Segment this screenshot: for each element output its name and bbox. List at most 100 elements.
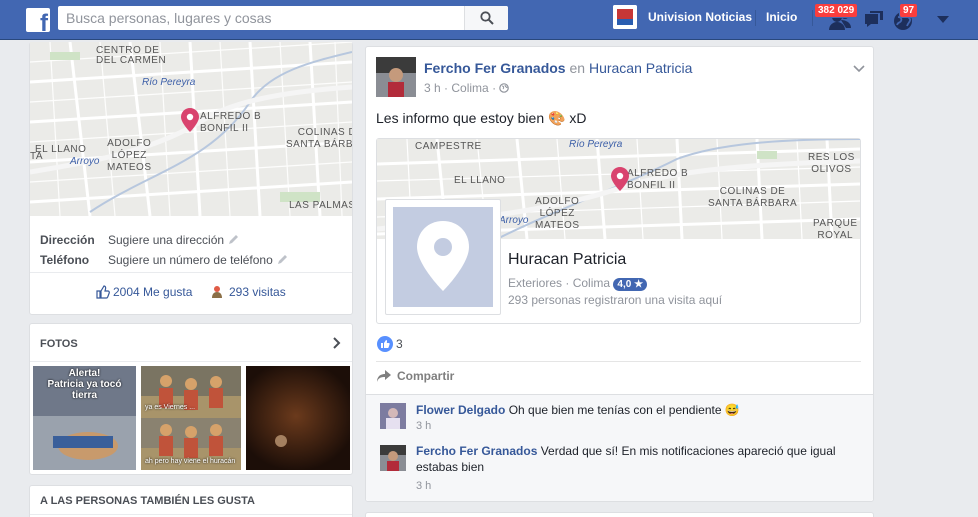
messages-icon bbox=[865, 11, 883, 27]
post-author-link[interactable]: Fercho Fer Granados bbox=[424, 60, 566, 76]
caret-down-icon[interactable] bbox=[937, 13, 949, 27]
post-meta: 3 h · Colima · bbox=[424, 81, 510, 95]
search-button[interactable] bbox=[464, 6, 508, 30]
pencil-icon bbox=[229, 235, 239, 244]
page-profile-link[interactable]: Univision Noticias bbox=[613, 5, 752, 29]
map-label: RES LOS OLIVOS bbox=[808, 152, 855, 175]
post-text-end: xD bbox=[569, 110, 587, 126]
place-name[interactable]: Huracan Patricia bbox=[508, 251, 626, 269]
post-text-main: Les informo que estoy bien bbox=[376, 110, 545, 126]
comment-text: Fercho Fer Granados Verdad que sí! En mi… bbox=[416, 443, 861, 475]
search-input[interactable] bbox=[58, 6, 464, 30]
grinning-sweat-emoji-icon: 😅 bbox=[724, 403, 740, 417]
commenter-name-link[interactable]: Flower Delgado bbox=[416, 403, 505, 417]
comment-time[interactable]: 3 h bbox=[416, 420, 431, 432]
search-icon bbox=[479, 11, 494, 25]
reactions-summary[interactable]: 3 bbox=[377, 336, 403, 352]
share-button[interactable]: Compartir bbox=[376, 369, 454, 383]
post-options-chevron-icon[interactable] bbox=[853, 62, 865, 76]
map-label: Río Pereyra bbox=[569, 139, 623, 150]
map-label: TA bbox=[30, 151, 44, 162]
divider bbox=[30, 514, 352, 515]
divider bbox=[755, 10, 756, 26]
place-city: Colima bbox=[572, 276, 611, 290]
map-label: PARQUE ROYAL bbox=[813, 218, 858, 239]
address-label: Dirección bbox=[40, 233, 95, 247]
photo-thumbnail[interactable]: Alerta! Patricia ya tocó tierra bbox=[33, 366, 136, 470]
commenter-avatar[interactable] bbox=[380, 403, 406, 429]
photo-caption: Alerta! Patricia ya tocó tierra bbox=[47, 368, 122, 401]
public-globe-icon[interactable] bbox=[499, 83, 510, 93]
post-header: Fercho Fer Granados en Huracan Patricia bbox=[424, 60, 692, 76]
suggest-address-text: Sugiere una dirección bbox=[108, 233, 225, 247]
map-label: Arroyo bbox=[70, 156, 100, 167]
photo-caption: ya es Viernes ... bbox=[145, 404, 196, 411]
map-label: CAMPESTRE bbox=[415, 141, 482, 152]
map-label: COLINAS DE SANTA BÁRBARA bbox=[286, 127, 352, 150]
map-pin-icon bbox=[181, 108, 199, 132]
post-place-link[interactable]: Huracan Patricia bbox=[589, 60, 693, 76]
visits-count: 293 visitas bbox=[229, 285, 286, 299]
separator-dot: · bbox=[492, 81, 497, 95]
place-category: Exteriores bbox=[508, 276, 563, 290]
likes-count-link[interactable]: 2004 Me gusta bbox=[96, 285, 192, 299]
map-label: ADOLFO LÓPEZ MATEOS bbox=[107, 138, 152, 173]
notifications-badge: 97 bbox=[899, 3, 919, 18]
map-label: ADOLFO LÓPEZ MATEOS bbox=[535, 196, 580, 231]
photo-thumbnail[interactable]: ah pero hay viene el huracán bbox=[141, 418, 241, 470]
suggest-phone-text: Sugiere un número de teléfono bbox=[108, 253, 273, 267]
chevron-right-icon[interactable] bbox=[333, 337, 341, 352]
rating-badge: 4,0 ★ bbox=[613, 278, 648, 291]
facebook-logo[interactable]: f bbox=[26, 8, 50, 32]
map-label: Arroyo bbox=[499, 215, 529, 226]
photos-title[interactable]: FOTOS bbox=[40, 338, 78, 350]
share-icon bbox=[377, 370, 391, 382]
place-meta: Exteriores · Colima 4,0 ★ bbox=[508, 276, 648, 291]
divider bbox=[30, 272, 352, 273]
commenter-name-link[interactable]: Fercho Fer Granados bbox=[416, 444, 537, 458]
post-time[interactable]: 3 h bbox=[424, 81, 441, 95]
next-post-card bbox=[365, 512, 874, 517]
palette-emoji-icon: 🎨 bbox=[548, 110, 566, 126]
divider bbox=[30, 361, 352, 362]
separator-dot: · bbox=[444, 81, 449, 95]
photo-thumbnail[interactable]: ya es Viernes ... bbox=[141, 366, 241, 418]
top-bar: f Univision Noticias Inicio 382 029 97 bbox=[0, 0, 978, 40]
reactions-count: 3 bbox=[396, 337, 403, 351]
post-connector: en bbox=[569, 60, 586, 76]
page-avatar bbox=[613, 5, 637, 29]
place-pin-icon bbox=[393, 207, 493, 307]
person-pin-icon bbox=[212, 286, 222, 298]
place-thumbnail[interactable] bbox=[385, 199, 501, 315]
map-label: Río Pereyra bbox=[142, 77, 196, 88]
home-link[interactable]: Inicio bbox=[766, 10, 797, 24]
post-text: Les informo que estoy bien 🎨 xD bbox=[376, 110, 586, 127]
left-map[interactable]: CENTRO DE DEL CARMEN Río Pereyra ALFREDO… bbox=[30, 42, 352, 216]
thumbs-up-icon bbox=[96, 285, 110, 299]
map-label: ALFREDO B BONFIL II bbox=[627, 168, 689, 191]
visits-count-link[interactable]: 293 visitas bbox=[209, 285, 286, 299]
page-name: Univision Noticias bbox=[648, 10, 753, 24]
map-label: DEL CARMEN bbox=[96, 55, 167, 66]
photo-caption: ah pero hay viene el huracán bbox=[145, 458, 236, 465]
search-box bbox=[58, 6, 508, 30]
map-label: COLINAS DE SANTA BÁRBARA bbox=[708, 186, 798, 209]
commenter-avatar[interactable] bbox=[380, 445, 406, 471]
pencil-icon bbox=[278, 255, 288, 264]
suggest-phone-link[interactable]: Sugiere un número de teléfono bbox=[108, 253, 288, 267]
likes-count: 2004 Me gusta bbox=[113, 285, 193, 299]
comment-body: Oh que bien me tenías con el pendiente bbox=[508, 403, 722, 417]
comment-time[interactable]: 3 h bbox=[416, 480, 431, 492]
related-pages-title: A LAS PERSONAS TAMBIÉN LES GUSTA bbox=[40, 495, 255, 507]
suggest-address-link[interactable]: Sugiere una dirección bbox=[108, 233, 239, 247]
map-pin-icon bbox=[611, 167, 629, 191]
messages-jewel[interactable] bbox=[861, 6, 887, 32]
map-label: LAS PALMAS bbox=[289, 200, 352, 211]
author-avatar[interactable] bbox=[376, 57, 416, 97]
comment-text: Flower Delgado Oh que bien me tenías con… bbox=[416, 402, 861, 418]
separator-dot: · bbox=[565, 276, 570, 290]
post-location[interactable]: Colima bbox=[451, 81, 488, 95]
phone-label: Teléfono bbox=[40, 253, 90, 267]
photo-thumbnail[interactable] bbox=[246, 366, 350, 470]
divider bbox=[812, 10, 813, 26]
